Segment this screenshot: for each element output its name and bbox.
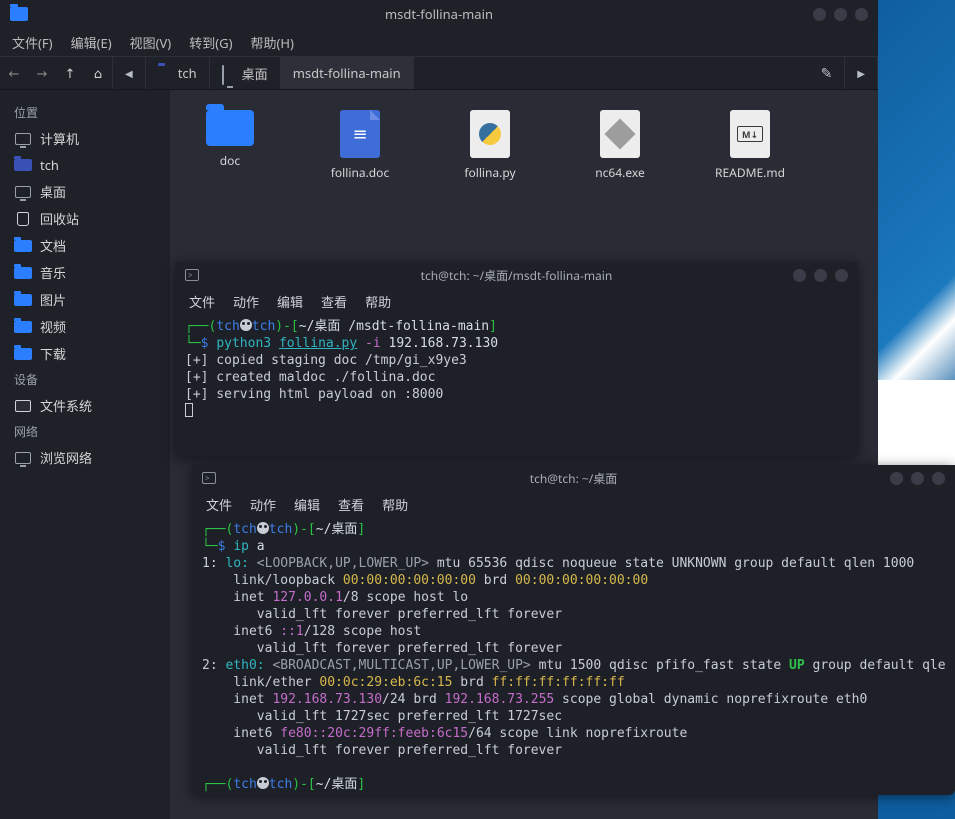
sb-desktop[interactable]: 桌面 — [0, 178, 170, 205]
up-button[interactable]: ↑ — [56, 59, 84, 87]
file-nc64-exe[interactable]: nc64.exe — [570, 110, 670, 181]
fm-toolbar: ← → ↑ ⌂ ◀ tch 桌面 msdt-follina-main ✎ ▶ — [0, 56, 878, 90]
crumb-back[interactable]: ◀ — [113, 57, 146, 89]
sb-tch[interactable]: tch — [0, 152, 170, 178]
menu-file[interactable]: 文件 — [189, 292, 215, 311]
term2-window-controls — [890, 472, 945, 485]
term1-titlebar[interactable]: tch@tch: ~/桌面/msdt-follina-main — [175, 262, 858, 288]
file-readme-md[interactable]: M↓README.md — [700, 110, 800, 181]
back-button[interactable]: ← — [0, 59, 28, 87]
home-button[interactable]: ⌂ — [84, 59, 112, 87]
crumb-current[interactable]: msdt-follina-main — [281, 57, 414, 89]
term2-output[interactable]: ┌──(tchtch)-[~/桌面] └─$ ip a 1: lo: <LOOP… — [192, 517, 955, 795]
term2-title: tch@tch: ~/桌面 — [530, 470, 617, 487]
sb-browse-network[interactable]: 浏览网络 — [0, 444, 170, 471]
maximize-button[interactable] — [911, 472, 924, 485]
term1-window-controls — [793, 269, 848, 282]
menu-edit[interactable]: 编辑 — [277, 292, 303, 311]
crumb-tch[interactable]: tch — [146, 57, 210, 89]
breadcrumb: ◀ tch 桌面 msdt-follina-main ✎ ▶ — [112, 57, 878, 89]
menu-actions[interactable]: 动作 — [233, 292, 259, 311]
menu-edit[interactable]: 编辑(E) — [71, 33, 112, 52]
document-icon: ≡ — [340, 110, 380, 158]
forward-button[interactable]: → — [28, 59, 56, 87]
skull-icon — [257, 777, 269, 789]
minimize-button[interactable] — [813, 8, 826, 21]
sb-computer[interactable]: 计算机 — [0, 125, 170, 152]
sb-pictures[interactable]: 图片 — [0, 286, 170, 313]
skull-icon — [240, 319, 252, 331]
window-controls — [813, 8, 868, 21]
python-icon — [470, 110, 510, 158]
sidebar: 位置 计算机 tch 桌面 回收站 文档 音乐 图片 视频 下载 设备 文件系统… — [0, 90, 170, 819]
maximize-button[interactable] — [834, 8, 847, 21]
term2-titlebar[interactable]: tch@tch: ~/桌面 — [192, 465, 955, 491]
file-follina-doc[interactable]: ≡follina.doc — [310, 110, 410, 181]
terminal-icon — [185, 269, 199, 281]
menu-help[interactable]: 帮助(H) — [250, 33, 293, 52]
folder-icon — [10, 7, 28, 21]
sb-videos[interactable]: 视频 — [0, 313, 170, 340]
terminal-window-1: tch@tch: ~/桌面/msdt-follina-main 文件 动作 编辑… — [175, 262, 858, 457]
term1-menubar: 文件 动作 编辑 查看 帮助 — [175, 288, 858, 314]
skull-icon — [257, 522, 269, 534]
menu-view[interactable]: 查看 — [321, 292, 347, 311]
maximize-button[interactable] — [814, 269, 827, 282]
terminal-window-2: tch@tch: ~/桌面 文件 动作 编辑 查看 帮助 ┌──(tchtch)… — [192, 465, 955, 795]
sb-network-header: 网络 — [0, 419, 170, 444]
sb-devices-header: 设备 — [0, 367, 170, 392]
exe-icon — [600, 110, 640, 158]
folder-icon — [206, 110, 254, 146]
close-button[interactable] — [855, 8, 868, 21]
menu-edit[interactable]: 编辑 — [294, 495, 320, 514]
term1-title: tch@tch: ~/桌面/msdt-follina-main — [421, 267, 613, 284]
minimize-button[interactable] — [793, 269, 806, 282]
sb-documents[interactable]: 文档 — [0, 232, 170, 259]
close-button[interactable] — [835, 269, 848, 282]
sb-music[interactable]: 音乐 — [0, 259, 170, 286]
menu-view[interactable]: 查看 — [338, 495, 364, 514]
file-doc-folder[interactable]: doc — [180, 110, 280, 169]
menu-help[interactable]: 帮助 — [382, 495, 408, 514]
crumb-desktop[interactable]: 桌面 — [210, 57, 281, 89]
crumb-forward[interactable]: ▶ — [845, 57, 878, 89]
sb-places-header: 位置 — [0, 100, 170, 125]
menu-file[interactable]: 文件(F) — [12, 33, 53, 52]
file-follina-py[interactable]: follina.py — [440, 110, 540, 181]
term2-menubar: 文件 动作 编辑 查看 帮助 — [192, 491, 955, 517]
close-button[interactable] — [932, 472, 945, 485]
menu-file[interactable]: 文件 — [206, 495, 232, 514]
sb-trash[interactable]: 回收站 — [0, 205, 170, 232]
edit-path-button[interactable]: ✎ — [809, 57, 846, 89]
minimize-button[interactable] — [890, 472, 903, 485]
terminal-icon — [202, 472, 216, 484]
menu-view[interactable]: 视图(V) — [130, 33, 172, 52]
markdown-icon: M↓ — [730, 110, 770, 158]
fm-menubar: 文件(F) 编辑(E) 视图(V) 转到(G) 帮助(H) — [0, 28, 878, 56]
menu-go[interactable]: 转到(G) — [189, 33, 232, 52]
cursor — [185, 403, 193, 417]
sb-filesystem[interactable]: 文件系统 — [0, 392, 170, 419]
window-title: msdt-follina-main — [385, 5, 493, 23]
menu-help[interactable]: 帮助 — [365, 292, 391, 311]
fm-titlebar[interactable]: msdt-follina-main — [0, 0, 878, 28]
term1-output[interactable]: ┌──(tchtch)-[~/桌面 /msdt-follina-main] └─… — [175, 314, 858, 457]
sb-downloads[interactable]: 下载 — [0, 340, 170, 367]
menu-actions[interactable]: 动作 — [250, 495, 276, 514]
